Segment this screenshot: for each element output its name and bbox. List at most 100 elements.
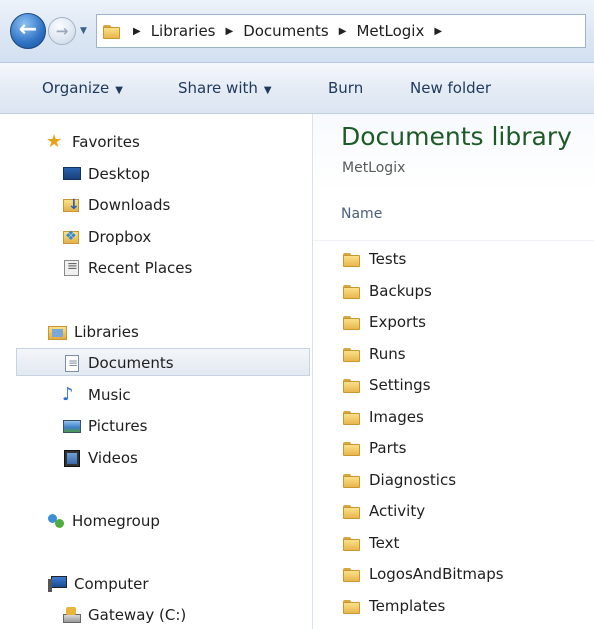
navigation-pane[interactable]: ★ Favorites Desktop Downloads Dropbox Re… [0, 114, 313, 629]
folder-icon [343, 315, 360, 330]
nav-item-documents[interactable]: Documents [62, 350, 174, 376]
list-item[interactable]: Runs [343, 341, 406, 367]
library-subtitle: MetLogix [342, 160, 406, 176]
nav-item-label: Documents [88, 354, 174, 372]
list-item[interactable]: Tests [343, 246, 406, 272]
forward-arrow-icon: → [55, 22, 69, 40]
recent-places-icon [62, 258, 82, 277]
nav-favorites-label: Favorites [72, 133, 140, 151]
page-title: Documents library [341, 122, 572, 151]
nav-item-pictures[interactable]: Pictures [62, 413, 147, 439]
nav-item-label: Gateway (C:) [88, 606, 187, 624]
nav-item-music[interactable]: ♪ Music [62, 382, 131, 408]
list-item-label: Images [369, 408, 424, 426]
list-item[interactable]: Images [343, 404, 424, 430]
chevron-down-icon: ▼ [115, 85, 123, 96]
new-folder-label: New folder [410, 79, 492, 97]
music-note-icon: ♪ [62, 384, 74, 405]
breadcrumb-separator-icon[interactable]: ▶ [434, 26, 442, 37]
address-path-box[interactable]: ▶ Libraries ▶ Documents ▶ MetLogix ▶ [96, 14, 586, 48]
burn-label: Burn [328, 79, 364, 97]
share-with-label: Share with [178, 79, 258, 97]
list-item[interactable]: Activity [343, 498, 425, 524]
command-bar: Organize ▼ Share with ▼ Burn New folder [0, 63, 594, 114]
list-item[interactable]: Text [343, 530, 399, 556]
nav-item-label: Desktop [88, 165, 150, 183]
downloads-icon [62, 196, 82, 214]
new-folder-button[interactable]: New folder [410, 63, 491, 113]
folder-icon [103, 24, 120, 39]
list-item-label: Text [369, 534, 400, 552]
forward-button[interactable]: → [48, 17, 76, 45]
nav-item-recent-places[interactable]: Recent Places [62, 255, 192, 281]
libraries-icon [48, 323, 68, 341]
list-item-label: Tests [369, 250, 407, 268]
list-item[interactable]: Templates [343, 593, 445, 619]
column-header-name[interactable]: Name [341, 206, 382, 222]
list-item[interactable]: Diagnostics [343, 467, 456, 493]
list-item[interactable]: Settings [343, 372, 431, 398]
folder-icon [343, 252, 360, 267]
nav-item-label: Recent Places [88, 259, 193, 277]
star-icon: ★ [46, 131, 63, 152]
list-item-label: Backups [369, 282, 432, 300]
list-item-label: Templates [369, 597, 446, 615]
nav-item-videos[interactable]: Videos [62, 445, 138, 471]
dropbox-icon [62, 228, 82, 246]
nav-item-dropbox[interactable]: Dropbox [62, 224, 151, 250]
nav-item-label: Downloads [88, 196, 171, 214]
folder-icon [343, 347, 360, 362]
back-arrow-icon: ← [18, 17, 38, 42]
list-item[interactable]: Exports [343, 309, 426, 335]
folder-icon [343, 473, 360, 488]
drive-icon [62, 606, 82, 624]
video-icon [62, 449, 82, 467]
breadcrumb-separator-icon[interactable]: ▶ [133, 26, 141, 37]
list-item-label: Parts [369, 439, 407, 457]
nav-item-label: Pictures [88, 417, 148, 435]
nav-computer[interactable]: Computer [48, 571, 149, 597]
document-icon [62, 354, 82, 372]
share-with-button[interactable]: Share with ▼ [178, 63, 272, 113]
breadcrumb-separator-icon[interactable]: ▶ [339, 26, 347, 37]
homegroup-icon [46, 512, 66, 530]
nav-favorites[interactable]: ★ Favorites [46, 129, 140, 155]
list-item-label: Activity [369, 502, 426, 520]
folder-icon [343, 567, 360, 582]
nav-item-label: Dropbox [88, 228, 152, 246]
list-item-label: Diagnostics [369, 471, 457, 489]
breadcrumb-metlogix[interactable]: MetLogix [356, 22, 424, 40]
breadcrumb: ▶ Libraries ▶ Documents ▶ MetLogix ▶ [129, 22, 452, 40]
desktop-icon [62, 165, 82, 183]
list-item-label: Settings [369, 376, 431, 394]
nav-homegroup[interactable]: Homegroup [46, 508, 160, 534]
list-item-label: Exports [369, 313, 426, 331]
nav-computer-label: Computer [74, 575, 149, 593]
list-item[interactable]: LogosAndBitmaps [343, 561, 504, 587]
burn-button[interactable]: Burn [328, 63, 363, 113]
recent-pages-dropdown[interactable]: ▼ [80, 26, 90, 36]
breadcrumb-documents[interactable]: Documents [243, 22, 329, 40]
folder-icon [343, 599, 360, 614]
nav-homegroup-label: Homegroup [72, 512, 160, 530]
organize-button[interactable]: Organize ▼ [42, 63, 123, 113]
computer-icon [48, 575, 68, 593]
folder-icon [343, 284, 360, 299]
main-content: Documents library MetLogix Name Tests Ba… [313, 114, 594, 629]
list-item[interactable]: Parts [343, 435, 406, 461]
list-item-label: Runs [369, 345, 406, 363]
back-button[interactable]: ← [10, 13, 46, 49]
nav-item-gateway-c[interactable]: Gateway (C:) [62, 602, 186, 628]
nav-item-desktop[interactable]: Desktop [62, 161, 150, 187]
breadcrumb-separator-icon[interactable]: ▶ [226, 26, 234, 37]
breadcrumb-libraries[interactable]: Libraries [151, 22, 216, 40]
folder-icon [343, 441, 360, 456]
folder-icon [343, 378, 360, 393]
pictures-icon [62, 417, 82, 435]
folder-icon [343, 410, 360, 425]
chevron-down-icon: ▼ [80, 26, 87, 36]
nav-item-downloads[interactable]: Downloads [62, 192, 170, 218]
nav-libraries[interactable]: Libraries [48, 319, 139, 345]
nav-item-label: Music [88, 386, 131, 404]
list-item[interactable]: Backups [343, 278, 432, 304]
